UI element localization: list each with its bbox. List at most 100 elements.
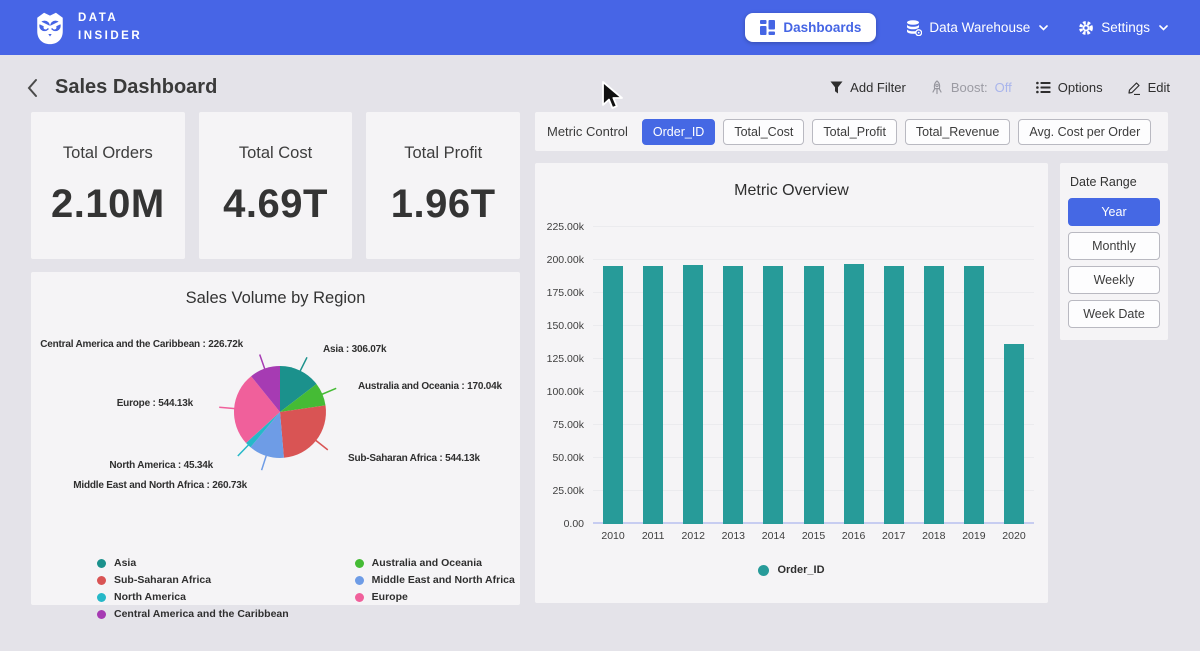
- add-filter-button[interactable]: Add Filter: [830, 80, 906, 95]
- owl-logo-icon: [33, 10, 67, 46]
- y-tick-label: 175.00k: [547, 287, 584, 299]
- date-range-option-monthly[interactable]: Monthly: [1068, 232, 1160, 260]
- date-range-option-week-date[interactable]: Week Date: [1068, 300, 1160, 328]
- settings-label: Settings: [1101, 20, 1150, 35]
- pie-label-sub-saharan-africa: Sub-Saharan Africa : 544.13k: [348, 453, 480, 464]
- legend-dot: [97, 610, 106, 619]
- pie-slice-sub-saharan-africa[interactable]: [280, 405, 326, 457]
- page-title: Sales Dashboard: [55, 76, 217, 99]
- options-label: Options: [1058, 80, 1103, 95]
- bar-legend-label: Order_ID: [777, 564, 824, 576]
- edit-label: Edit: [1148, 80, 1170, 95]
- boost-toggle[interactable]: Boost: Off: [930, 80, 1012, 95]
- top-nav: DATA INSIDER Dashboards: [0, 0, 1200, 55]
- edit-button[interactable]: Edit: [1127, 80, 1170, 95]
- legend-item-north-america[interactable]: North America: [97, 591, 289, 603]
- legend-dot: [758, 565, 769, 576]
- legend-dot: [355, 593, 364, 602]
- bar-chart-x-axis: 2010201120122013201420152016201720182019…: [593, 530, 1034, 542]
- brand-logo[interactable]: DATA INSIDER: [33, 10, 142, 46]
- dashboards-grid-icon: [760, 20, 775, 35]
- dashboards-button[interactable]: Dashboards: [745, 13, 876, 42]
- boost-label: Boost:: [951, 80, 988, 95]
- legend-label: Australia and Oceania: [372, 557, 482, 569]
- metric-control-label: Metric Control: [547, 124, 628, 139]
- pie-label-asia: Asia : 306.07k: [323, 344, 386, 355]
- metric-option-total-cost[interactable]: Total_Cost: [723, 119, 804, 145]
- x-tick-label: 2011: [633, 530, 673, 542]
- legend-dot: [355, 559, 364, 568]
- x-tick-label: 2012: [673, 530, 713, 542]
- pie-label-north-america: North America : 45.34k: [109, 460, 213, 471]
- pie-leader-line: [260, 355, 265, 370]
- bar-2015[interactable]: [804, 266, 824, 524]
- legend-item-europe[interactable]: Europe: [355, 591, 515, 603]
- x-tick-label: 2020: [994, 530, 1034, 542]
- x-tick-label: 2013: [713, 530, 753, 542]
- metric-option-order-id[interactable]: Order_ID: [642, 119, 715, 145]
- date-range-panel: Date Range YearMonthlyWeeklyWeek Date: [1060, 163, 1168, 340]
- pie-leader-line: [300, 357, 307, 371]
- legend-item-asia[interactable]: Asia: [97, 557, 289, 569]
- bar-2016[interactable]: [844, 264, 864, 524]
- bar-2011[interactable]: [643, 266, 663, 524]
- metric-option-avg-cost-per-order[interactable]: Avg. Cost per Order: [1018, 119, 1151, 145]
- gear-icon: [1078, 20, 1094, 36]
- y-tick-label: 225.00k: [547, 221, 584, 233]
- data-warehouse-menu[interactable]: Data Warehouse: [906, 20, 1048, 36]
- bar-2018[interactable]: [924, 266, 944, 524]
- legend-item-central-america-and-the-caribbean[interactable]: Central America and the Caribbean: [97, 608, 289, 620]
- bar-2017[interactable]: [884, 266, 904, 524]
- y-tick-label: 150.00k: [547, 320, 584, 332]
- legend-label: Middle East and North Africa: [372, 574, 515, 586]
- bar-2013[interactable]: [723, 266, 743, 524]
- settings-menu[interactable]: Settings: [1078, 20, 1168, 36]
- metric-option-total-profit[interactable]: Total_Profit: [812, 119, 897, 145]
- options-button[interactable]: Options: [1036, 80, 1103, 95]
- bars: [593, 227, 1034, 524]
- legend-label: North America: [114, 591, 186, 603]
- pie-leader-line: [262, 455, 267, 470]
- bar-2019[interactable]: [964, 266, 984, 524]
- brand-line1: DATA: [78, 10, 142, 27]
- bar-2012[interactable]: [683, 265, 703, 525]
- pie-leader-line: [219, 407, 235, 408]
- kpi-card-total-cost: Total Cost 4.69T: [199, 112, 353, 259]
- metric-option-total-revenue[interactable]: Total_Revenue: [905, 119, 1010, 145]
- legend-label: Asia: [114, 557, 136, 569]
- chevron-down-icon: [1039, 25, 1048, 31]
- pie-label-australia-and-oceania: Australia and Oceania : 170.04k: [358, 381, 502, 392]
- legend-item-middle-east-and-north-africa[interactable]: Middle East and North Africa: [355, 574, 515, 586]
- x-tick-label: 2015: [793, 530, 833, 542]
- back-button[interactable]: [26, 78, 38, 98]
- legend-item-sub-saharan-africa[interactable]: Sub-Saharan Africa: [97, 574, 289, 586]
- date-range-option-year[interactable]: Year: [1068, 198, 1160, 226]
- pie-chart-title: Sales Volume by Region: [31, 272, 520, 308]
- legend-dot: [97, 559, 106, 568]
- x-tick-label: 2017: [874, 530, 914, 542]
- y-tick-label: 200.00k: [547, 254, 584, 266]
- metric-buttons: Order_ID Total_Cost Total_Profit Total_Reve…: [642, 119, 1151, 145]
- bar-chart-plot: [593, 227, 1034, 524]
- kpi-label: Total Profit: [404, 144, 482, 163]
- bar-chart-title: Metric Overview: [535, 163, 1048, 200]
- dashboard-toolbar: Sales Dashboard Add Filter Boost: Off: [0, 55, 1200, 112]
- x-tick-label: 2018: [914, 530, 954, 542]
- y-tick-label: 25.00k: [552, 485, 584, 497]
- nav-menu: Dashboards Data Warehouse: [745, 13, 1168, 42]
- legend-item-australia-and-oceania[interactable]: Australia and Oceania: [355, 557, 515, 569]
- bar-2014[interactable]: [763, 266, 783, 524]
- pie-label-middle-east-and-north-africa: Middle East and North Africa : 260.73k: [73, 480, 247, 491]
- y-tick-label: 100.00k: [547, 386, 584, 398]
- pie-chart-card: Sales Volume by Region Asia : 306.07k Aus…: [31, 272, 520, 605]
- legend-dot: [97, 593, 106, 602]
- pie-label-europe: Europe : 544.13k: [117, 398, 193, 409]
- bar-2020[interactable]: [1004, 344, 1024, 524]
- brand-line2: INSIDER: [78, 28, 142, 45]
- x-tick-label: 2014: [753, 530, 793, 542]
- bar-2010[interactable]: [603, 266, 623, 524]
- add-filter-label: Add Filter: [850, 80, 906, 95]
- pie-leader-line: [238, 445, 249, 457]
- pie-leader-line: [322, 388, 337, 394]
- date-range-option-weekly[interactable]: Weekly: [1068, 266, 1160, 294]
